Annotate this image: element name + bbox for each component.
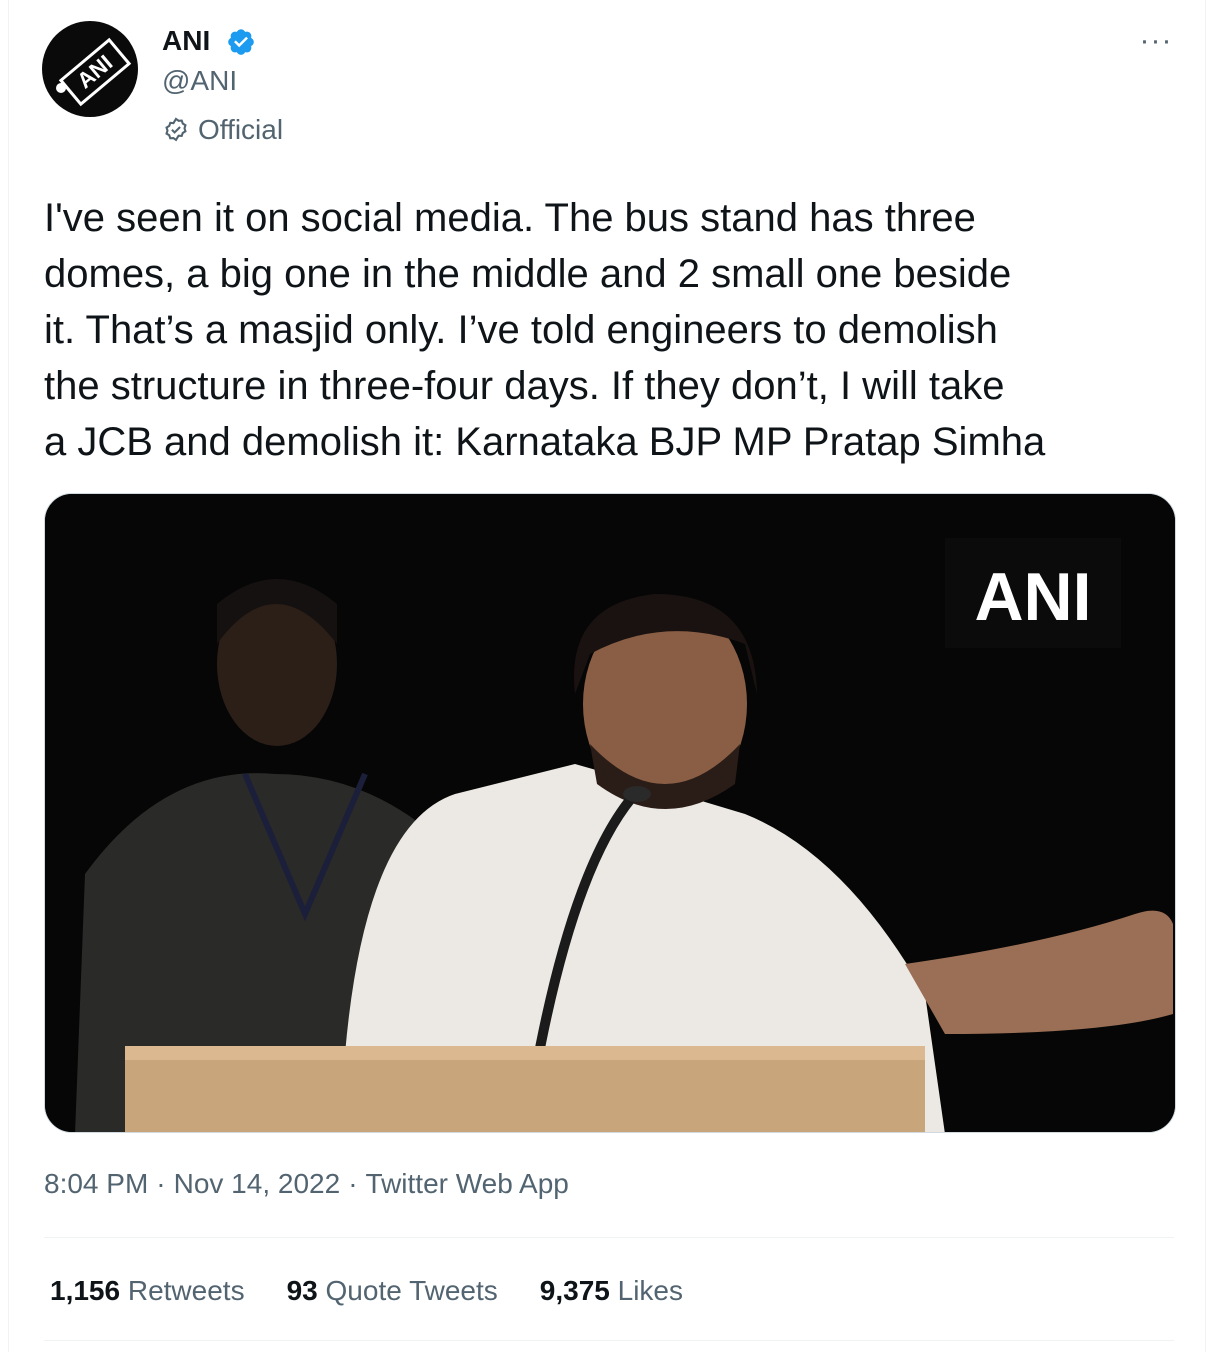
- official-text: Official: [198, 114, 284, 145]
- avatar[interactable]: ANI: [42, 21, 138, 117]
- tweet-date[interactable]: Nov 14, 2022: [174, 1168, 341, 1199]
- tweet-source[interactable]: Twitter Web App: [366, 1168, 569, 1199]
- retweets-label: Retweets: [127, 1275, 245, 1306]
- likes-label: Likes: [617, 1275, 684, 1306]
- media-photo: ANI: [45, 494, 1175, 1132]
- likes-stat[interactable]: 9,375 Likes: [540, 1270, 683, 1312]
- divider: [44, 1237, 1174, 1238]
- quote-tweets-label: Quote Tweets: [325, 1275, 498, 1306]
- retweets-count: 1,156: [50, 1275, 121, 1306]
- avatar-logo-dot: [56, 83, 66, 93]
- likes-count: 9,375: [539, 1275, 610, 1306]
- author-handle[interactable]: @ANI: [162, 64, 237, 98]
- tweet-media[interactable]: ANI: [44, 493, 1176, 1133]
- author-name[interactable]: ANI: [162, 24, 210, 58]
- official-check-icon: [165, 117, 187, 142]
- media-watermark: ANI: [974, 559, 1091, 635]
- tweet-text: I've seen it on social media. The bus st…: [44, 196, 1046, 464]
- quote-tweets-count: 93: [286, 1275, 318, 1306]
- retweets-stat[interactable]: 1,156 Retweets: [50, 1270, 245, 1312]
- avatar-logo: ANI: [58, 37, 132, 107]
- quote-tweets-stat[interactable]: 93 Quote Tweets: [287, 1270, 498, 1312]
- tweet-meta: 8:04 PM · Nov 14, 2022 · Twitter Web App: [44, 1168, 569, 1199]
- verified-badge-icon[interactable]: [226, 27, 256, 57]
- tweet-time[interactable]: 8:04 PM: [44, 1168, 148, 1199]
- tweet-stats: 1,156 Retweets 93 Quote Tweets 9,375 Lik…: [50, 1270, 725, 1312]
- official-label: Official: [162, 112, 283, 148]
- divider: [44, 1340, 1174, 1341]
- more-options-icon[interactable]: ···: [1138, 26, 1174, 56]
